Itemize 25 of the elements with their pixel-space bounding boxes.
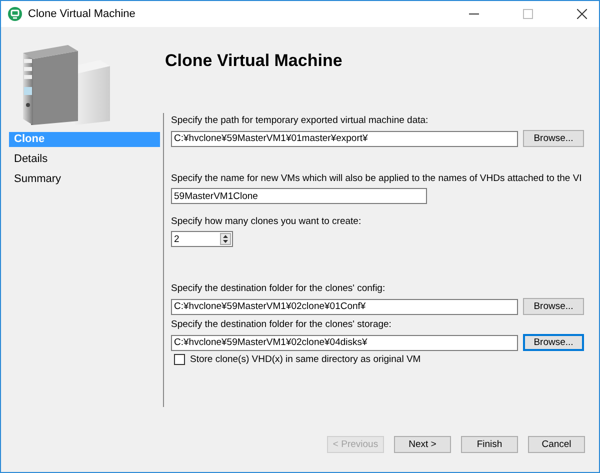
close-icon[interactable] [577, 9, 587, 19]
step-item[interactable]: Summary [9, 172, 160, 187]
browse-button[interactable]: Browse... [523, 334, 584, 351]
checkbox[interactable] [174, 354, 185, 365]
field-label: Specify how many clones you want to create: [171, 216, 362, 227]
path-field[interactable]: C:¥hvclone¥59MasterVM1¥02clone¥04disks¥ [171, 334, 518, 350]
name-field[interactable]: 59MasterVM1Clone [171, 188, 427, 204]
path-field[interactable]: C:¥hvclone¥59MasterVM1¥02clone¥01Conf¥ [171, 298, 518, 314]
field-label: Specify the destination folder for the clones' config: [171, 283, 386, 294]
window-title: Clone Virtual Machine [28, 8, 136, 20]
field-label: Specify the name for new VMs which will also be applied to the names of VHDs attached to the VI [171, 173, 583, 184]
page-title: Clone Virtual Machine [165, 51, 344, 72]
browse-button[interactable]: Browse... [523, 130, 584, 147]
browse-button[interactable]: Browse... [523, 298, 584, 315]
checkbox-label: Store clone(s) VHD(x) in same directory as original VM [190, 354, 421, 365]
wizard-button[interactable]: Next > [394, 436, 451, 453]
field-label: Specify the path for temporary exported virtual machine data: [171, 115, 430, 126]
count-spinner[interactable]: 2 [171, 231, 233, 247]
field-label: Specify the destination folder for the clones' storage: [171, 319, 392, 330]
wizard-button[interactable]: Finish [461, 436, 518, 453]
app-icon [8, 7, 22, 21]
step-item[interactable]: Details [9, 152, 160, 167]
spinner-arrows-icon[interactable] [220, 233, 231, 245]
wizard-button[interactable]: Cancel [528, 436, 585, 453]
path-field[interactable]: C:¥hvclone¥59MasterVM1¥01master¥export¥ [171, 130, 518, 146]
